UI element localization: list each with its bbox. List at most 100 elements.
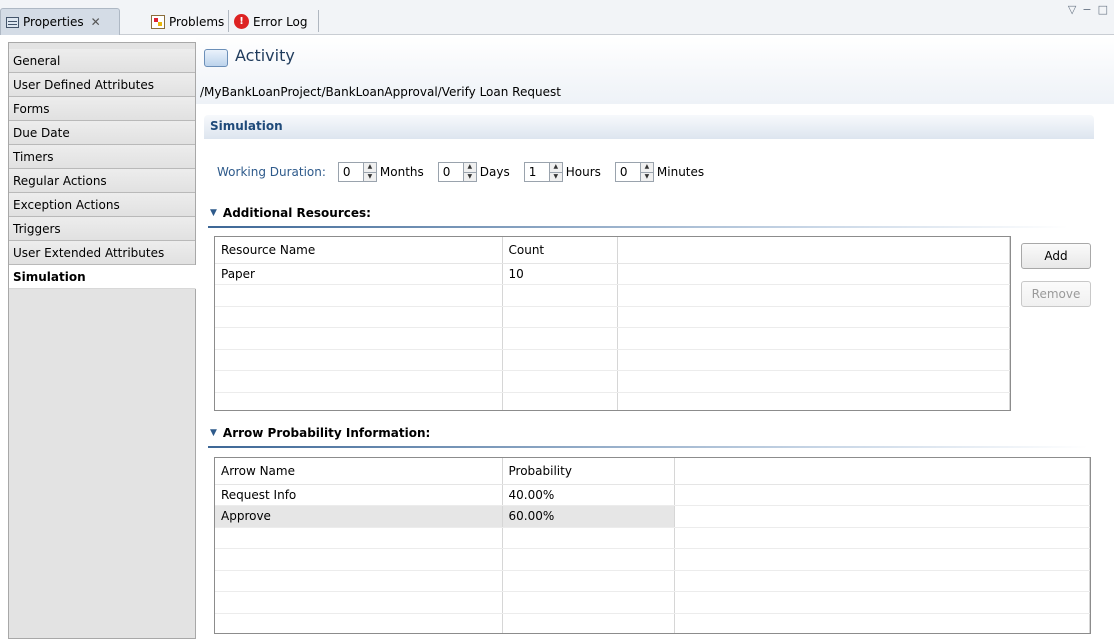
collapse-triangle-icon[interactable]: ▼	[210, 428, 217, 438]
table-row	[215, 570, 1090, 592]
table-row[interactable]: Approve 60.00%	[215, 505, 1090, 528]
spin-up-icon[interactable]: ▲	[464, 163, 476, 172]
column-header[interactable]: Resource Name	[215, 237, 503, 264]
divider	[208, 226, 1068, 228]
remove-button[interactable]: Remove	[1021, 281, 1091, 307]
nav-item-due-date[interactable]: Due Date	[9, 121, 195, 145]
months-input[interactable]: 0	[337, 162, 364, 182]
add-button[interactable]: Add	[1021, 243, 1091, 269]
working-duration-row: Working Duration: 0 ▲ ▼ Months 0 ▲ ▼ Day…	[217, 162, 710, 182]
empty-cell	[617, 284, 1010, 307]
close-icon[interactable]: ✕	[91, 15, 101, 29]
empty-cell	[215, 370, 503, 393]
tab-properties[interactable]: Properties ✕	[0, 8, 120, 35]
tab-problems-label: Problems	[169, 14, 225, 29]
view-menu-icon[interactable]: ▽	[1068, 3, 1076, 16]
empty-cell	[215, 327, 503, 350]
column-header[interactable]	[674, 458, 1090, 485]
probability-cell[interactable]: 40.00%	[502, 484, 675, 506]
resources-section-toggle[interactable]: ▼ Additional Resources:	[210, 206, 371, 220]
spin-down-icon[interactable]: ▼	[463, 171, 476, 182]
tab-error-log-label: Error Log	[253, 14, 308, 29]
empty-cell	[674, 484, 1090, 506]
empty-cell	[674, 505, 1090, 528]
column-header[interactable]	[617, 237, 1010, 264]
empty-cell	[215, 349, 503, 371]
arrow-name-cell[interactable]: Request Info	[215, 484, 503, 506]
hours-unit-label: Hours	[565, 165, 601, 179]
empty-cell	[617, 370, 1010, 393]
nav-item-regular-actions[interactable]: Regular Actions	[9, 169, 195, 193]
nav-item-forms[interactable]: Forms	[9, 97, 195, 121]
minutes-unit-label: Minutes	[656, 165, 705, 179]
minimize-icon[interactable]: −	[1082, 3, 1091, 16]
empty-cell	[502, 548, 675, 571]
table-row	[215, 327, 1010, 350]
resource-name-cell[interactable]: Paper	[215, 263, 503, 285]
empty-cell	[674, 613, 1090, 633]
minutes-stepper[interactable]: ▲ ▼	[640, 162, 654, 182]
arrows-section-toggle[interactable]: ▼ Arrow Probability Information:	[210, 426, 430, 440]
minutes-input[interactable]: 0	[614, 162, 641, 182]
column-header[interactable]: Arrow Name	[215, 458, 503, 485]
column-header[interactable]: Count	[502, 237, 618, 264]
empty-cell	[617, 392, 1010, 410]
empty-cell	[502, 570, 675, 592]
empty-cell	[674, 527, 1090, 549]
table-row	[215, 349, 1010, 371]
property-categories: General User Defined Attributes Forms Du…	[8, 42, 196, 639]
empty-cell	[674, 570, 1090, 592]
empty-cell	[215, 284, 503, 307]
spin-down-icon[interactable]: ▼	[363, 171, 376, 182]
spin-up-icon[interactable]: ▲	[550, 163, 562, 172]
empty-cell	[215, 613, 503, 633]
nav-item-triggers[interactable]: Triggers	[9, 217, 195, 241]
view-tab-bar: Properties ✕ Problems ! Error Log ▽ − □	[0, 0, 1114, 35]
table-row[interactable]: Paper 10	[215, 263, 1010, 285]
nav-item-user-extended-attributes[interactable]: User Extended Attributes	[9, 241, 195, 265]
tab-error-log[interactable]: ! Error Log	[229, 8, 313, 35]
spin-up-icon[interactable]: ▲	[641, 163, 653, 172]
nav-item-general[interactable]: General	[9, 49, 195, 73]
days-input[interactable]: 0	[437, 162, 464, 182]
nav-item-timers[interactable]: Timers	[9, 145, 195, 169]
empty-cell	[215, 570, 503, 592]
element-path: /MyBankLoanProject/BankLoanApproval/Veri…	[200, 85, 561, 99]
table-row	[215, 548, 1090, 571]
resource-count-cell[interactable]: 10	[502, 263, 618, 285]
empty-cell	[617, 263, 1010, 285]
empty-cell	[502, 392, 618, 410]
spin-down-icon[interactable]: ▼	[640, 171, 653, 182]
table-row	[215, 527, 1090, 549]
days-stepper[interactable]: ▲ ▼	[463, 162, 477, 182]
empty-cell	[215, 527, 503, 549]
nav-item-simulation[interactable]: Simulation	[9, 265, 196, 289]
tab-properties-label: Properties	[23, 15, 84, 29]
collapse-triangle-icon[interactable]: ▼	[210, 208, 217, 218]
spin-down-icon[interactable]: ▼	[549, 171, 562, 182]
maximize-icon[interactable]: □	[1098, 3, 1108, 16]
empty-cell	[502, 327, 618, 350]
table-row[interactable]: Request Info 40.00%	[215, 484, 1090, 506]
resources-heading: Additional Resources:	[222, 206, 371, 220]
empty-cell	[617, 327, 1010, 350]
empty-cell	[215, 392, 503, 410]
hours-input[interactable]: 1	[523, 162, 550, 182]
working-duration-label: Working Duration:	[217, 165, 326, 179]
empty-cell	[674, 591, 1090, 614]
tab-problems[interactable]: Problems	[146, 8, 229, 35]
arrows-table: Arrow Name Probability Request Info 40.0…	[214, 457, 1091, 634]
properties-content: Activity /MyBankLoanProject/BankLoanAppr…	[196, 36, 1114, 639]
nav-item-exception-actions[interactable]: Exception Actions	[9, 193, 195, 217]
hours-spinner: 1 ▲ ▼ Hours	[523, 162, 601, 182]
column-header[interactable]: Probability	[502, 458, 675, 485]
activity-icon	[204, 49, 228, 67]
view-controls: ▽ − □	[1068, 3, 1108, 16]
empty-cell	[502, 527, 675, 549]
probability-cell[interactable]: 60.00%	[502, 505, 675, 528]
spin-up-icon[interactable]: ▲	[364, 163, 376, 172]
hours-stepper[interactable]: ▲ ▼	[549, 162, 563, 182]
arrow-name-cell[interactable]: Approve	[215, 505, 503, 528]
months-stepper[interactable]: ▲ ▼	[363, 162, 377, 182]
nav-item-user-defined-attributes[interactable]: User Defined Attributes	[9, 73, 195, 97]
